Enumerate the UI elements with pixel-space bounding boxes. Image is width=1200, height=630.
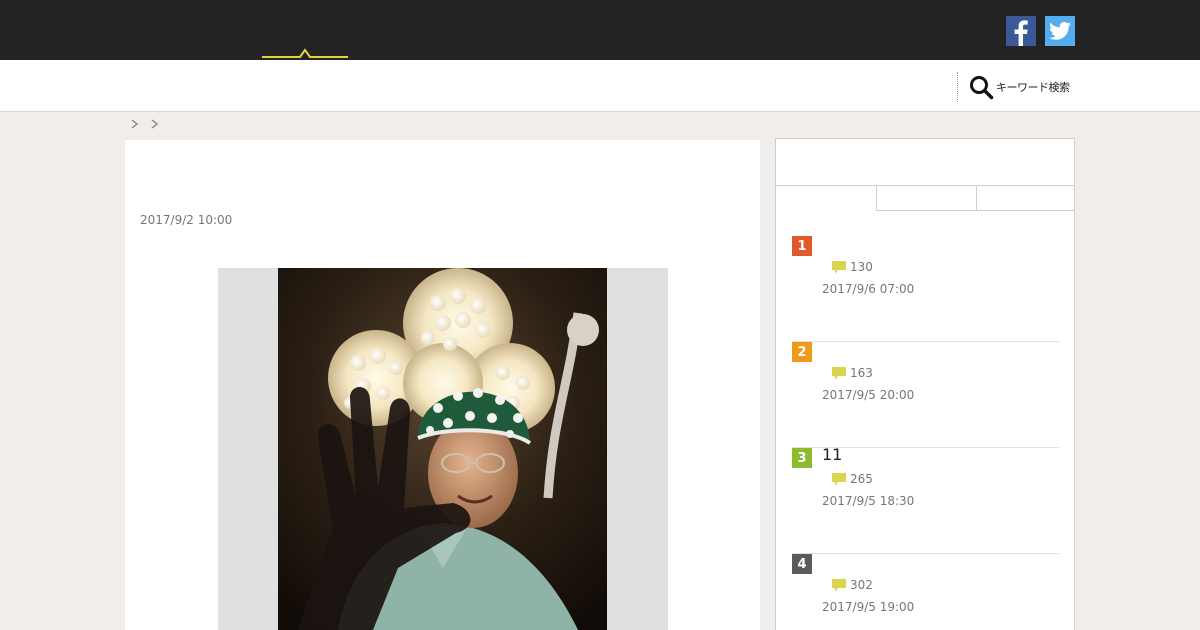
ranking-tab-3[interactable]: [977, 186, 1074, 211]
top-header: [0, 0, 1200, 60]
ranking-tab-2[interactable]: [877, 186, 977, 211]
comment-count-value: 163: [850, 366, 873, 380]
rank-badge: 3: [792, 448, 812, 468]
ranking-date: 2017/9/6 07:00: [822, 282, 915, 296]
rank-badge: 2: [792, 342, 812, 362]
article-main: 2017/9/2 10:00: [125, 140, 760, 630]
article-photo-frame: [218, 268, 668, 630]
sidebar-ranking: 1 130 2017/9/6 07:00 2 163 2017/9/5 20:0…: [775, 138, 1075, 630]
comment-count-value: 265: [850, 472, 873, 486]
search-icon: [970, 76, 994, 100]
comment-count-value: 130: [850, 260, 873, 274]
comment-count: 130: [832, 260, 873, 274]
ranking-date: 2017/9/5 20:00: [822, 388, 915, 402]
twitter-share-button[interactable]: [1045, 16, 1075, 46]
ranking-tab-1[interactable]: [776, 186, 877, 211]
breadcrumb: [130, 118, 160, 130]
sub-navigation: キーワード検索: [0, 60, 1200, 112]
rank-badge: 1: [792, 236, 812, 256]
ranking-item[interactable]: 1 130 2017/9/6 07:00: [792, 236, 1059, 342]
sidebar-header: [776, 139, 1074, 186]
comment-count: 163: [832, 366, 873, 380]
comment-icon: [832, 578, 846, 592]
comment-icon: [832, 472, 846, 486]
comment-icon: [832, 366, 846, 380]
twitter-icon: [1049, 21, 1071, 40]
ranking-item[interactable]: 3 11 265 2017/9/5 18:30: [792, 445, 1059, 554]
comment-count: 265: [832, 472, 873, 486]
ranking-item[interactable]: 4 302 2017/9/5 19:00: [792, 554, 1059, 630]
keyword-search-button[interactable]: キーワード検索: [968, 73, 1070, 101]
ranking-item[interactable]: 2 163 2017/9/5 20:00: [792, 342, 1059, 448]
surgeon-photo: [278, 268, 607, 630]
facebook-icon: [1014, 20, 1028, 46]
rank-badge: 4: [792, 554, 812, 574]
article-photo[interactable]: [278, 268, 607, 630]
ranking-date: 2017/9/5 19:00: [822, 600, 915, 614]
comment-count: 302: [832, 578, 873, 592]
ranking-tabs: [776, 186, 1074, 211]
ranking-title: 11: [822, 445, 843, 464]
search-label: キーワード検索: [996, 81, 1070, 94]
search-divider: [957, 72, 958, 102]
chevron-right-icon: [151, 119, 159, 129]
facebook-share-button[interactable]: [1006, 16, 1036, 46]
chevron-right-icon: [131, 119, 139, 129]
article-date: 2017/9/2 10:00: [140, 213, 233, 227]
comment-count-value: 302: [850, 578, 873, 592]
comment-icon: [832, 260, 846, 274]
site-logo[interactable]: [262, 46, 348, 60]
ranking-date: 2017/9/5 18:30: [822, 494, 915, 508]
